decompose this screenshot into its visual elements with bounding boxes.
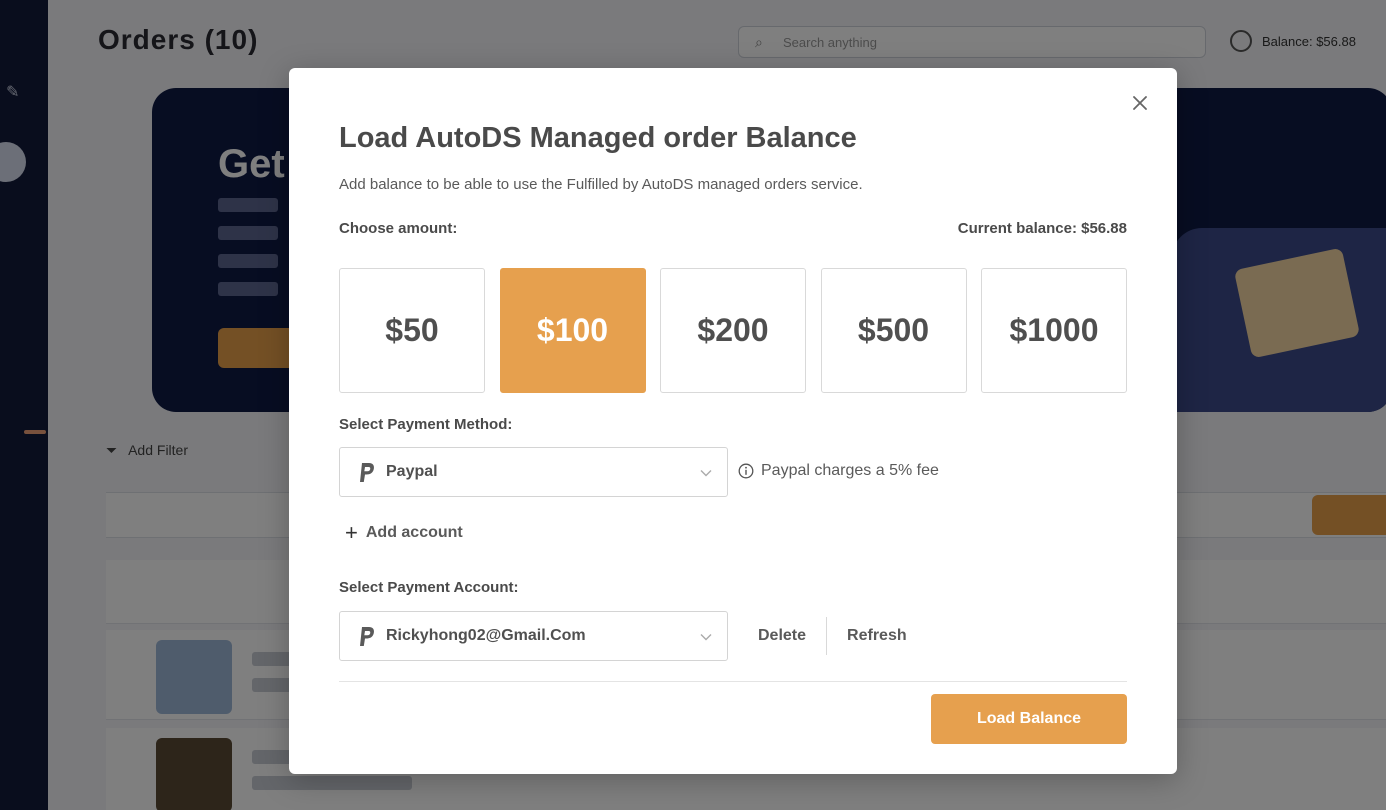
paypal-icon (360, 463, 374, 482)
close-icon (1133, 96, 1147, 110)
amount-option-1000[interactable]: $1000 (981, 268, 1127, 393)
amount-options: $50 $100 $200 $500 $1000 (339, 268, 1127, 393)
current-balance: Current balance: $56.88 (957, 220, 1127, 237)
modal-title: Load AutoDS Managed order Balance (339, 122, 857, 154)
fee-note: Paypal charges a 5% fee (738, 462, 939, 480)
fee-note-text: Paypal charges a 5% fee (761, 462, 939, 479)
divider (339, 681, 1127, 682)
load-balance-modal: Load AutoDS Managed order Balance Add ba… (289, 68, 1177, 774)
plus-icon: + (345, 520, 358, 545)
payment-account-label: Select Payment Account: (339, 579, 519, 596)
payment-account-select[interactable]: Rickyhong02@Gmail.Com (339, 611, 728, 661)
account-actions: Delete Refresh (738, 617, 927, 655)
load-balance-button[interactable]: Load Balance (931, 694, 1127, 744)
chevron-down-icon (700, 634, 712, 641)
refresh-account-button[interactable]: Refresh (827, 617, 927, 655)
amount-option-50[interactable]: $50 (339, 268, 485, 393)
payment-method-select[interactable]: Paypal (339, 447, 728, 497)
amount-option-200[interactable]: $200 (660, 268, 806, 393)
choose-amount-label: Choose amount: (339, 220, 458, 237)
delete-account-button[interactable]: Delete (738, 617, 826, 655)
modal-subtitle: Add balance to be able to use the Fulfil… (339, 176, 863, 193)
info-icon (738, 463, 754, 479)
amount-option-100[interactable]: $100 (499, 268, 646, 393)
add-account-button[interactable]: + Add account (345, 522, 463, 544)
paypal-icon (360, 627, 374, 646)
amount-option-500[interactable]: $500 (820, 268, 967, 393)
payment-method-label: Select Payment Method: (339, 416, 513, 433)
payment-method-value: Paypal (386, 463, 438, 480)
payment-account-value: Rickyhong02@Gmail.Com (386, 627, 586, 644)
chevron-down-icon (700, 470, 712, 477)
close-button[interactable] (1129, 92, 1151, 114)
add-account-label: Add account (365, 524, 463, 541)
